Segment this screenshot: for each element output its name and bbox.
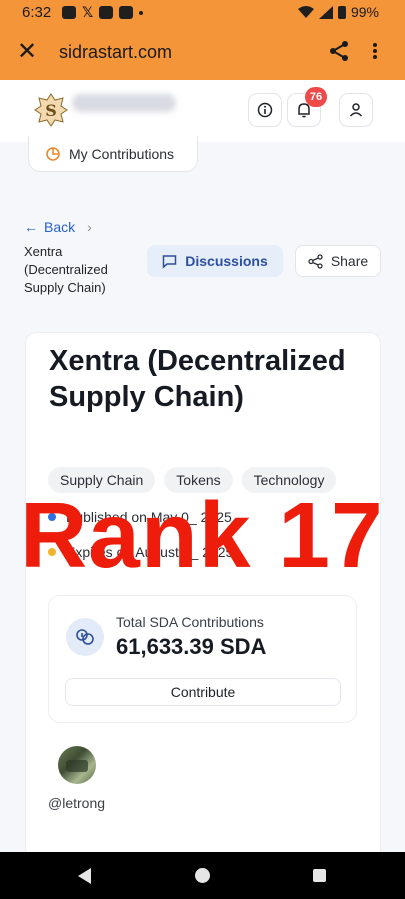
notification-badge: 76: [305, 87, 327, 107]
nav-back-icon[interactable]: [78, 868, 91, 884]
info-button[interactable]: [248, 93, 282, 127]
author-avatar[interactable]: [58, 746, 96, 784]
back-label: Back: [44, 219, 76, 235]
nav-recents-icon[interactable]: [313, 869, 326, 882]
close-icon[interactable]: ✕: [17, 40, 37, 64]
x-app-icon: 𝕏: [82, 4, 94, 20]
my-contributions-label: My Contributions: [69, 145, 175, 162]
contribute-button[interactable]: Contribute: [65, 678, 341, 706]
discussions-label: Discussions: [185, 253, 268, 269]
status-notification-icons: 𝕏: [62, 4, 144, 20]
coins-icon: [66, 618, 104, 656]
author-handle[interactable]: @letrong: [48, 795, 105, 811]
total-label: Total SDA Contributions: [116, 614, 264, 630]
share-icon[interactable]: [328, 40, 350, 62]
wifi-icon: [297, 5, 314, 18]
signal-icon: [318, 5, 333, 19]
chat-icon: [163, 254, 177, 269]
site-header: S 76: [0, 80, 405, 142]
more-notifications-icon: [139, 10, 144, 15]
web-page: S 76 My Contributions ← Back › Xentra (D…: [0, 80, 405, 852]
user-icon: [349, 103, 363, 117]
battery-level: 99%: [350, 4, 379, 20]
back-link[interactable]: ← Back ›: [24, 219, 92, 235]
rank-overlay-text: Rank 17: [20, 483, 384, 587]
status-bar: 6:32 𝕏 99%: [0, 0, 405, 26]
share-button[interactable]: Share: [295, 245, 381, 277]
status-time: 6:32: [22, 4, 52, 21]
chevron-right-icon: ›: [87, 219, 92, 235]
sidra-logo-icon[interactable]: S: [33, 92, 69, 128]
pie-chart-icon: [46, 146, 60, 161]
battery-icon: [337, 5, 346, 19]
share-icon: [308, 253, 323, 269]
status-right: 99%: [297, 4, 379, 20]
info-icon: [257, 102, 273, 118]
svg-text:S: S: [45, 101, 57, 120]
total-contributions-box: Total SDA Contributions 61,633.39 SDA Co…: [48, 595, 357, 723]
message-app-icon: [62, 6, 76, 19]
discussions-button[interactable]: Discussions: [147, 245, 283, 277]
nav-home-icon[interactable]: [195, 868, 210, 883]
profile-button[interactable]: [339, 93, 373, 127]
breadcrumb-current: Xentra (Decentralized Supply Chain): [24, 244, 108, 295]
system-nav-bar: [0, 852, 405, 899]
brand-name-blurred: [72, 94, 176, 112]
url-text[interactable]: sidrastart.com: [59, 42, 172, 63]
youtube-icon: [119, 6, 134, 19]
my-contributions-tab[interactable]: My Contributions: [28, 136, 198, 172]
project-card: Xentra (Decentralized Supply Chain) Supp…: [25, 332, 381, 852]
app-icon: [99, 6, 114, 19]
browser-toolbar: ✕ sidrastart.com: [0, 26, 405, 80]
total-value: 61,633.39 SDA: [116, 634, 267, 659]
project-title: Xentra (Decentralized Supply Chain): [49, 345, 346, 413]
arrow-left-icon: ←: [24, 219, 38, 235]
share-label: Share: [330, 253, 369, 269]
more-options-icon[interactable]: [363, 41, 387, 65]
